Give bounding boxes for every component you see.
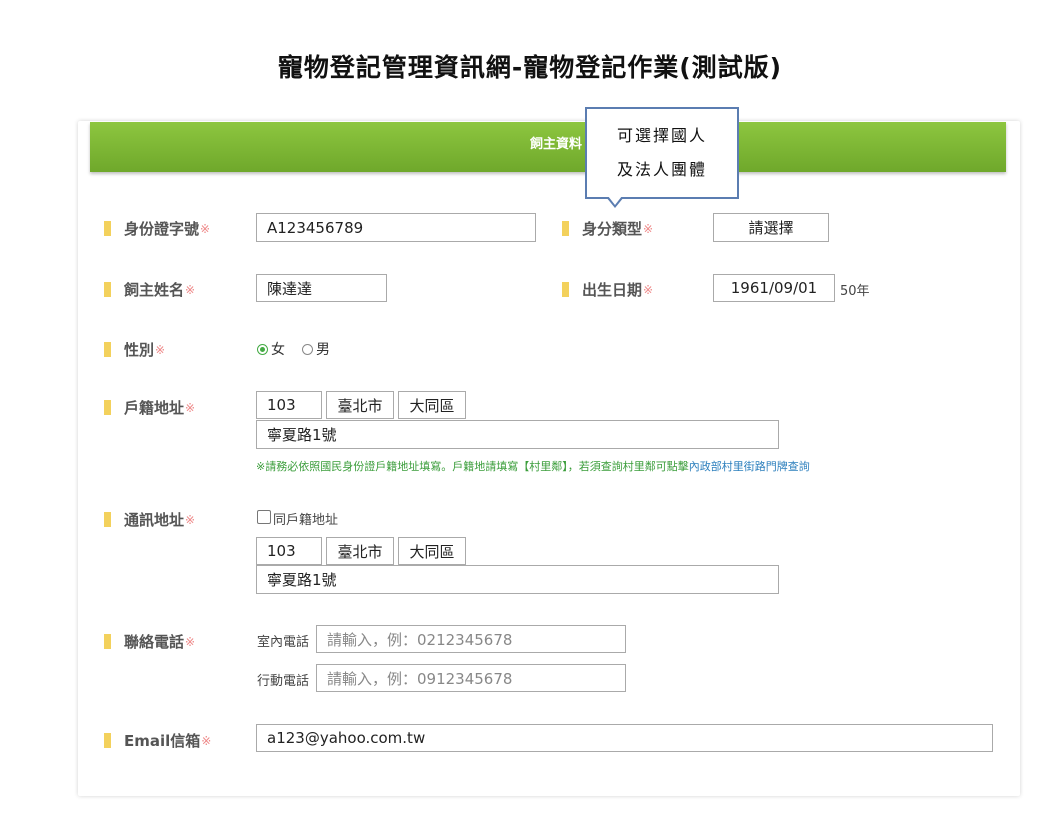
same-address-label: 同戶籍地址 [273, 513, 339, 528]
radio-selected-icon [257, 343, 268, 355]
id-number-input[interactable]: A123456789 [256, 213, 536, 242]
section-title: 飼主資料 [529, 137, 582, 152]
gender-label: 性別 ※ [104, 339, 165, 360]
phone-label: 聯絡電話 ※ [104, 631, 195, 652]
label-marker [104, 733, 111, 748]
household-street-input[interactable]: 寧夏路1號 [256, 420, 779, 449]
page-title: 寵物登記管理資訊網-寵物登記作業(測試版) [277, 53, 783, 82]
radio-unselected-icon [302, 343, 313, 355]
callout-line-2: 及法人團體 [616, 160, 707, 179]
label-marker [104, 400, 111, 415]
label-marker [562, 221, 569, 236]
household-address-label: 戶籍地址 ※ [104, 397, 195, 418]
callout-box: 可選擇國人 及法人團體 [585, 107, 739, 199]
label-marker [104, 512, 111, 527]
mobile-phone-label: 行動電話 [257, 674, 310, 689]
section-header: 飼主資料 [90, 122, 1006, 172]
gender-radio-male[interactable]: 男 [302, 339, 330, 359]
label-marker [104, 221, 111, 236]
id-number-label: 身份證字號 ※ [104, 218, 210, 239]
age-year-text: 50年 [840, 284, 870, 299]
id-type-select[interactable]: 請選擇 [713, 213, 829, 242]
home-phone-input[interactable]: 請輸入，例：0212345678 [316, 625, 626, 653]
label-marker [104, 342, 111, 357]
address-lookup-link[interactable]: 內政部村里街路門牌查詢 [689, 460, 810, 473]
birth-date-label: 出生日期 ※ [562, 279, 653, 300]
label-marker [562, 282, 569, 297]
mailing-zip-input[interactable]: 103 [256, 537, 322, 565]
label-marker [104, 282, 111, 297]
gender-radio-female[interactable]: 女 [257, 339, 285, 359]
address-note: ※請務必依照國民身份證戶籍地址填寫。戶籍地請填寫【村里鄰】，若須查詢村里鄰可點擊… [256, 460, 810, 473]
mailing-district-select[interactable]: 大同區 [398, 537, 466, 565]
household-zip-input[interactable]: 103 [256, 391, 322, 419]
id-type-label: 身分類型 ※ [562, 218, 653, 239]
callout-line-1: 可選擇國人 [616, 126, 707, 145]
mailing-city-select[interactable]: 臺北市 [326, 537, 394, 565]
mailing-address-label: 通訊地址 ※ [104, 509, 195, 530]
label-marker [104, 634, 111, 649]
home-phone-label: 室內電話 [257, 635, 310, 650]
owner-name-input[interactable]: 陳達達 [256, 274, 387, 302]
mobile-phone-input[interactable]: 請輸入，例：0912345678 [316, 664, 626, 692]
same-address-checkbox[interactable] [257, 510, 271, 524]
owner-name-label: 飼主姓名 ※ [104, 279, 195, 300]
mailing-street-input[interactable]: 寧夏路1號 [256, 565, 779, 594]
household-district-select[interactable]: 大同區 [398, 391, 466, 419]
email-label: Email信箱 ※ [104, 730, 211, 751]
birth-date-input[interactable]: 1961/09/01 [713, 274, 835, 302]
email-input[interactable]: a123@yahoo.com.tw [256, 724, 993, 752]
callout-pointer-fill [608, 196, 622, 205]
household-city-select[interactable]: 臺北市 [326, 391, 394, 419]
